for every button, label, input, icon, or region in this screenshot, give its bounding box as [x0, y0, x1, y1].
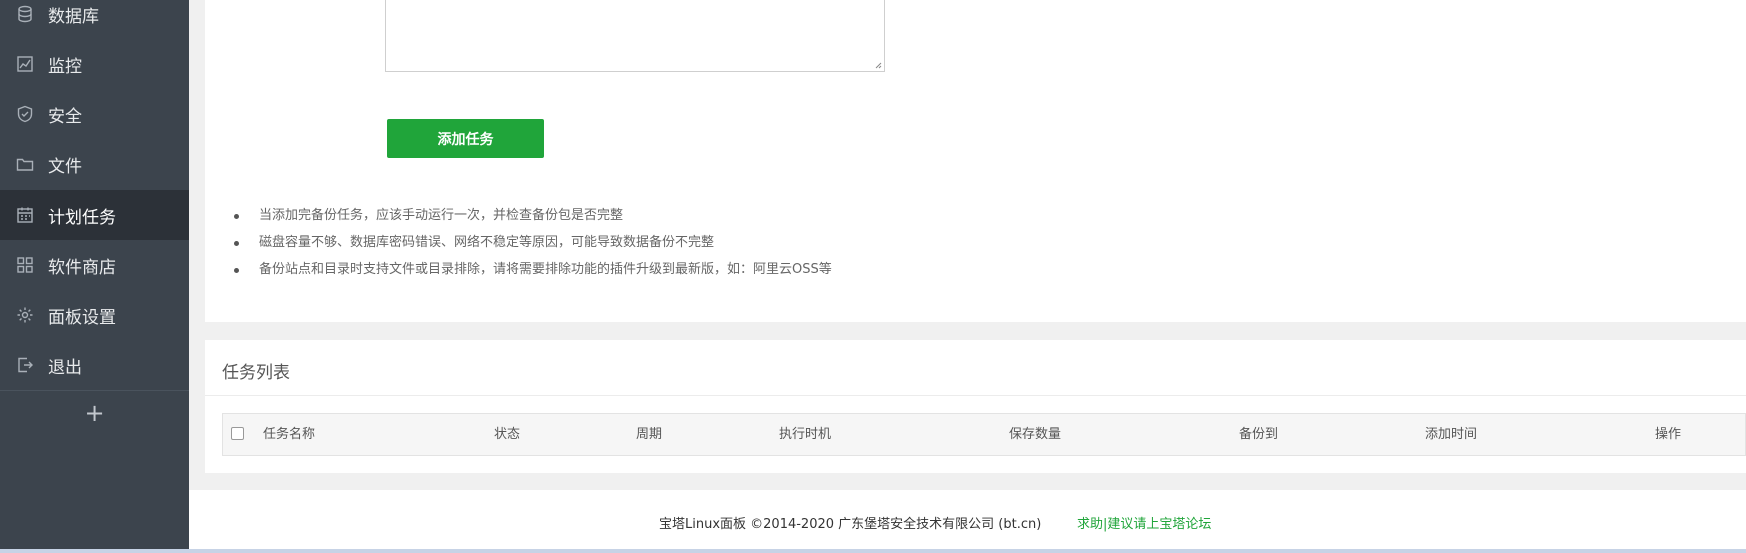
column-header-status: 状态	[494, 427, 521, 442]
window-bottom-edge	[0, 549, 1746, 553]
resize-grip-icon[interactable]	[874, 61, 882, 69]
add-task-button[interactable]: 添加任务	[387, 119, 544, 158]
sidebar-item-cron[interactable]: 计划任务	[0, 190, 189, 240]
gear-icon	[16, 306, 34, 324]
footer-copyright: 宝塔Linux面板 ©2014-2020 广东堡塔安全技术有限公司 (bt.cn…	[659, 517, 1042, 532]
task-list-card: 任务列表 任务名称 状态 周期 执行时机 保存数量 备份到 添加时间 操作	[205, 340, 1746, 473]
sidebar-item-logout[interactable]: 退出	[0, 340, 189, 390]
select-all-checkbox[interactable]	[231, 427, 244, 440]
task-script-textarea[interactable]	[385, 0, 885, 72]
tip-item: 备份站点和目录时支持文件或目录排除，请将需要排除功能的插件升级到最新版，如：阿里…	[225, 260, 1125, 287]
column-header-actions: 操作	[1655, 427, 1682, 442]
sidebar-item-files[interactable]: 文件	[0, 139, 189, 189]
shield-icon	[16, 105, 34, 123]
sidebar-item-security[interactable]: 安全	[0, 89, 189, 139]
sidebar-item-label: 监控	[48, 56, 82, 77]
column-header-backup-to: 备份到	[1239, 427, 1279, 442]
sidebar-item-database[interactable]: 数据库	[0, 0, 189, 39]
sidebar-item-label: 文件	[48, 156, 82, 177]
divider	[205, 395, 1746, 396]
monitor-icon	[16, 55, 34, 73]
column-header-task-name: 任务名称	[263, 427, 316, 442]
backup-task-form: 添加任务 当添加完备份任务，应该手动运行一次，并检查备份包是否完整 磁盘容量不够…	[205, 0, 1746, 322]
sidebar-item-label: 计划任务	[48, 207, 116, 228]
column-header-added-time: 添加时间	[1425, 427, 1478, 442]
sidebar-item-label: 数据库	[48, 6, 99, 27]
sidebar: 数据库 监控 安全 文件 计划任务 软件商店 面板设置 退出 +	[0, 0, 189, 553]
column-header-period: 周期	[636, 427, 663, 442]
sidebar-item-label: 面板设置	[48, 307, 116, 328]
sidebar-item-label: 退出	[48, 357, 82, 378]
column-header-keep-count: 保存数量	[1009, 427, 1062, 442]
table-header: 任务名称 状态 周期 执行时机 保存数量 备份到 添加时间 操作	[222, 413, 1746, 456]
tip-item: 磁盘容量不够、数据库密码错误、网络不稳定等原因，可能导致数据备份不完整	[225, 233, 1125, 260]
database-icon	[16, 5, 34, 23]
sidebar-item-store[interactable]: 软件商店	[0, 240, 189, 290]
footer: 宝塔Linux面板 ©2014-2020 广东堡塔安全技术有限公司 (bt.cn…	[189, 490, 1746, 550]
tips-list: 当添加完备份任务，应该手动运行一次，并检查备份包是否完整 磁盘容量不够、数据库密…	[225, 206, 1125, 287]
calendar-icon	[16, 206, 34, 224]
main-content: 添加任务 当添加完备份任务，应该手动运行一次，并检查备份包是否完整 磁盘容量不够…	[189, 0, 1746, 553]
sidebar-item-label: 软件商店	[48, 257, 116, 278]
apps-grid-icon	[16, 256, 34, 274]
sidebar-item-settings[interactable]: 面板设置	[0, 290, 189, 340]
column-header-exec-time: 执行时机	[779, 427, 832, 442]
add-menu-button[interactable]: +	[0, 390, 189, 435]
task-list-title: 任务列表	[222, 363, 290, 383]
logout-icon	[16, 356, 34, 374]
sidebar-item-monitor[interactable]: 监控	[0, 39, 189, 89]
folder-icon	[16, 155, 34, 173]
tip-item: 当添加完备份任务，应该手动运行一次，并检查备份包是否完整	[225, 206, 1125, 233]
forum-link[interactable]: 求助|建议请上宝塔论坛	[1077, 513, 1211, 532]
sidebar-item-label: 安全	[48, 106, 82, 127]
